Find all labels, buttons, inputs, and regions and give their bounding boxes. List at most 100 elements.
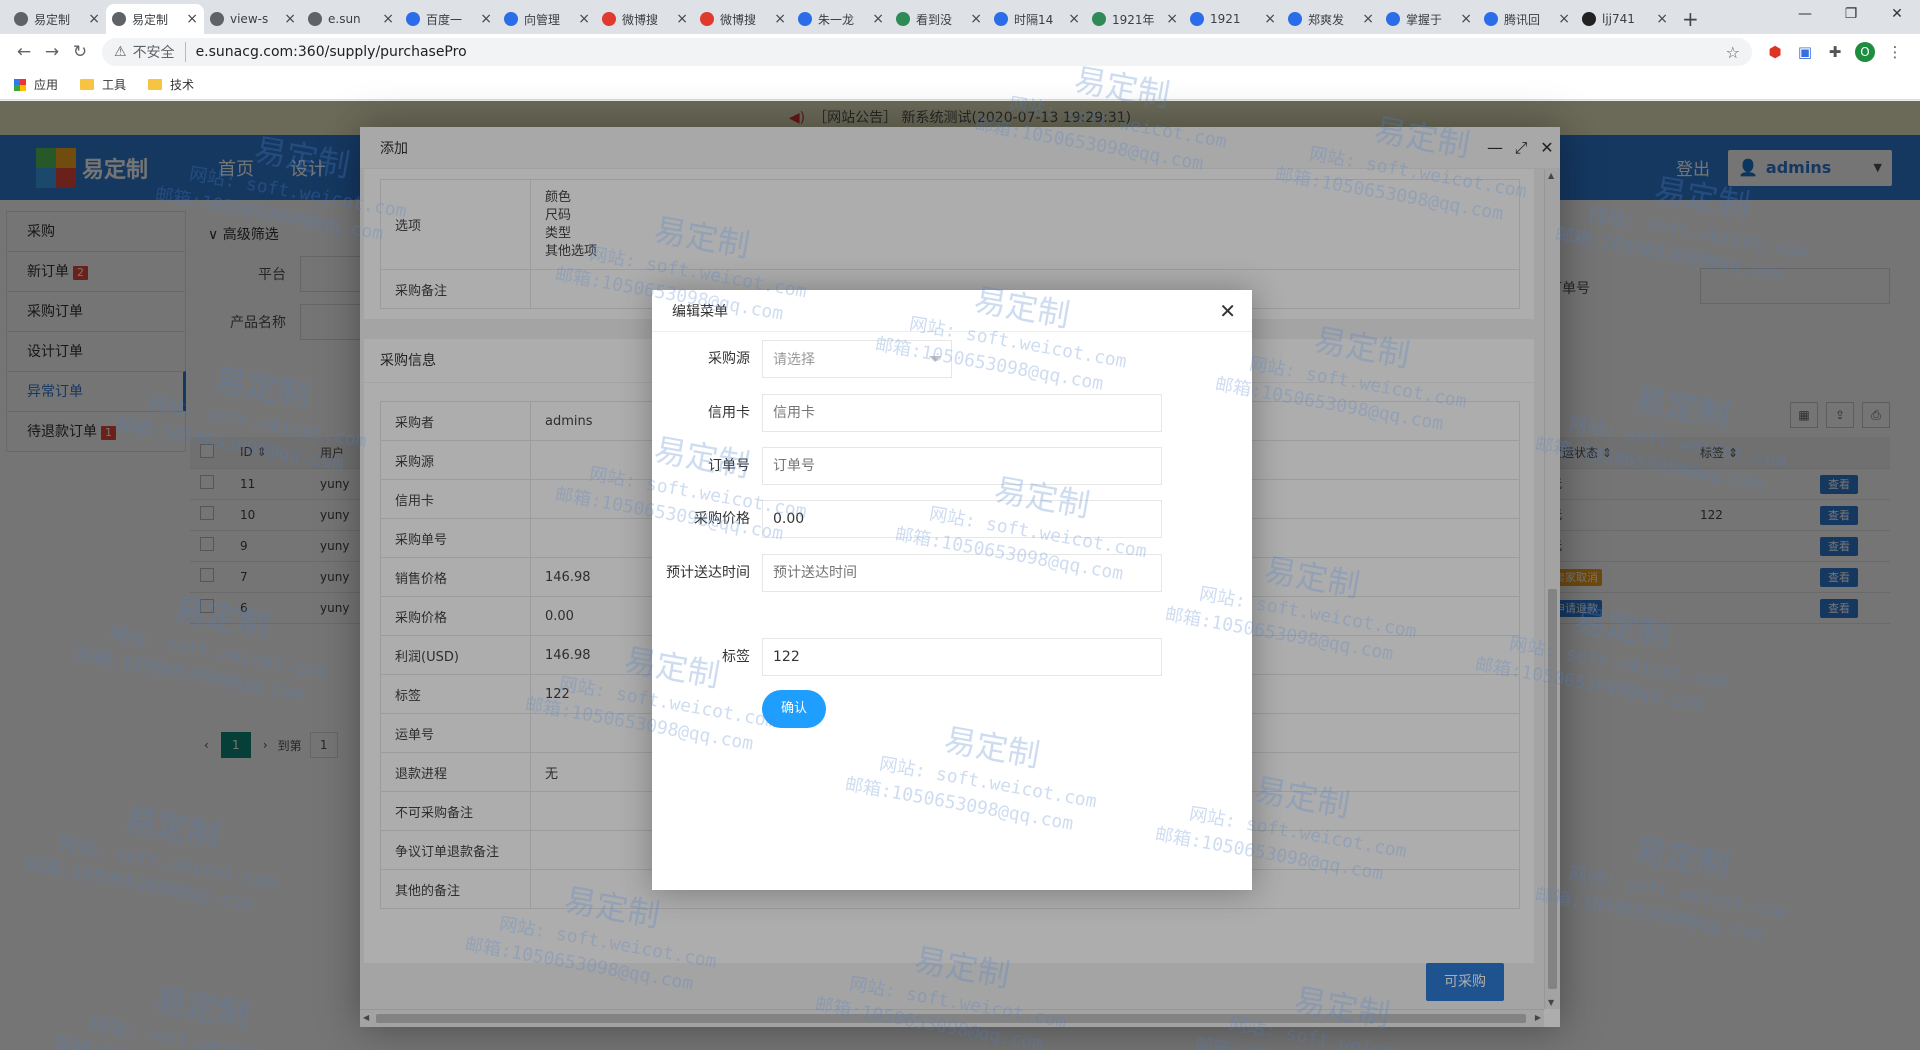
- tab-close-icon[interactable]: ×: [186, 11, 198, 27]
- price-field: 采购价格: [652, 500, 1252, 538]
- tag-input[interactable]: [762, 638, 1162, 676]
- tab-close-icon[interactable]: ×: [1264, 11, 1276, 27]
- baidu-icon: [1484, 12, 1498, 26]
- tab-close-icon[interactable]: ×: [676, 11, 688, 27]
- eta-input[interactable]: [762, 554, 1162, 592]
- tab-title: 微博搜: [622, 12, 659, 27]
- browser-tab[interactable]: 1921年 ×: [1086, 4, 1184, 34]
- bookmark-tools[interactable]: 工具: [80, 76, 126, 93]
- forward-icon[interactable]: →: [38, 42, 66, 62]
- baidu-icon: [406, 12, 420, 26]
- bookmark-tech[interactable]: 技术: [148, 76, 194, 93]
- chevron-down-icon: [929, 356, 941, 362]
- browser-tab[interactable]: view-s ×: [204, 4, 302, 34]
- bookmark-star-icon[interactable]: ☆: [1726, 43, 1740, 62]
- price-label: 采购价格: [694, 511, 750, 527]
- tab-close-icon[interactable]: ×: [284, 11, 296, 27]
- tag-label: 标签: [722, 649, 750, 665]
- tab-title: 看到没: [916, 12, 953, 27]
- baidu-icon: [994, 12, 1008, 26]
- baidu-icon: [798, 12, 812, 26]
- bookmark-label: 技术: [170, 78, 195, 92]
- weibo-icon: [700, 12, 714, 26]
- url-text[interactable]: e.sunacg.com:360/supply/purchasePro: [196, 44, 1726, 60]
- card-input[interactable]: [762, 394, 1162, 432]
- url-field[interactable]: ⚠ 不安全 e.sunacg.com:360/supply/purchasePr…: [102, 38, 1752, 66]
- browser-tab[interactable]: e.sun ×: [302, 4, 400, 34]
- browser-tabstrip: 易定制 × 易定制 × view-s × e.sun × 百度一 × 向管理 × 微博搜 × 微博搜 × 朱一龙…: [0, 0, 1920, 34]
- browser-tab[interactable]: ljj741 ×: [1576, 4, 1674, 34]
- browser-tab[interactable]: 向管理 ×: [498, 4, 596, 34]
- browser-tab[interactable]: 时隔14 ×: [988, 4, 1086, 34]
- tab-close-icon[interactable]: ×: [1068, 11, 1080, 27]
- browser-tab[interactable]: 微博搜 ×: [596, 4, 694, 34]
- tab-close-icon[interactable]: ×: [578, 11, 590, 27]
- tag-field: 标签: [652, 638, 1252, 676]
- reload-icon[interactable]: ↻: [66, 42, 94, 62]
- close-window-button[interactable]: ✕: [1874, 0, 1920, 30]
- tab-title: 腾讯回: [1504, 12, 1541, 27]
- baidu-icon: [1288, 12, 1302, 26]
- tab-title: 百度一: [426, 12, 463, 27]
- tab-title: e.sun: [328, 12, 361, 26]
- tab-close-icon[interactable]: ×: [970, 11, 982, 27]
- tab-close-icon[interactable]: ×: [382, 11, 394, 27]
- price-input[interactable]: [762, 500, 1162, 538]
- translate-extension-icon[interactable]: ▣: [1790, 43, 1820, 61]
- tab-title: 易定制: [132, 12, 169, 27]
- tab-close-icon[interactable]: ×: [480, 11, 492, 27]
- browser-tab[interactable]: 易定制 ×: [8, 4, 106, 34]
- source-select[interactable]: 请选择: [762, 340, 952, 378]
- window-controls: — ❐ ✕: [1782, 0, 1920, 30]
- adblock-extension-icon[interactable]: ⬢: [1760, 43, 1790, 61]
- tab-close-icon[interactable]: ×: [1558, 11, 1570, 27]
- source-label: 采购源: [708, 351, 750, 367]
- menu-kebab-icon[interactable]: ⋮: [1880, 43, 1910, 61]
- weibo-icon: [602, 12, 616, 26]
- apps-icon: [14, 78, 26, 91]
- dialog-title: 编辑菜单: [672, 303, 728, 320]
- tab-close-icon[interactable]: ×: [1656, 11, 1668, 27]
- order-no-field: 订单号: [652, 447, 1252, 485]
- confirm-button[interactable]: 确认: [762, 690, 826, 728]
- back-icon[interactable]: ←: [10, 42, 38, 62]
- close-icon[interactable]: ✕: [1219, 299, 1236, 323]
- profile-avatar[interactable]: O: [1850, 42, 1880, 62]
- browser-tab[interactable]: 易定制 ×: [106, 4, 204, 34]
- card-label: 信用卡: [708, 405, 750, 421]
- tab-title: 1921年: [1112, 12, 1155, 27]
- doc-icon: [896, 12, 910, 26]
- tab-close-icon[interactable]: ×: [88, 11, 100, 27]
- order-no-input[interactable]: [762, 447, 1162, 485]
- edit-menu-dialog: 编辑菜单 ✕ 采购源 请选择 信用卡 订单号 采购价格 预计送达时间 标签 确认: [652, 290, 1252, 890]
- browser-tab[interactable]: 朱一龙 ×: [792, 4, 890, 34]
- tab-close-icon[interactable]: ×: [1362, 11, 1374, 27]
- address-bar-row: ← → ↻ ⚠ 不安全 e.sunacg.com:360/supply/purc…: [0, 34, 1920, 70]
- new-tab-button[interactable]: +: [1682, 4, 1699, 34]
- globe-icon: [308, 12, 322, 26]
- browser-tab[interactable]: 腾讯回 ×: [1478, 4, 1576, 34]
- tab-title: 朱一龙: [818, 12, 855, 27]
- eta-field: 预计送达时间: [652, 554, 1252, 592]
- extensions-puzzle-icon[interactable]: ✚: [1820, 43, 1850, 61]
- bookmark-label: 应用: [34, 78, 59, 92]
- browser-tab[interactable]: 掌握于 ×: [1380, 4, 1478, 34]
- minimize-button[interactable]: —: [1782, 0, 1828, 30]
- baidu-icon: [1190, 12, 1204, 26]
- browser-tab[interactable]: 郑爽发 ×: [1282, 4, 1380, 34]
- bookmark-label: 工具: [102, 78, 127, 92]
- bookmark-apps[interactable]: 应用: [14, 76, 58, 93]
- browser-tab[interactable]: 微博搜 ×: [694, 4, 792, 34]
- tab-close-icon[interactable]: ×: [774, 11, 786, 27]
- browser-tab[interactable]: 看到没 ×: [890, 4, 988, 34]
- tab-close-icon[interactable]: ×: [872, 11, 884, 27]
- maximize-button[interactable]: ❐: [1828, 0, 1874, 30]
- browser-tab[interactable]: 1921 ×: [1184, 4, 1282, 34]
- globe-icon: [210, 12, 224, 26]
- doc-icon: [1092, 12, 1106, 26]
- insecure-label: 不安全: [133, 42, 186, 62]
- tab-close-icon[interactable]: ×: [1460, 11, 1472, 27]
- browser-tab[interactable]: 百度一 ×: [400, 4, 498, 34]
- baidu-icon: [504, 12, 518, 26]
- tab-close-icon[interactable]: ×: [1166, 11, 1178, 27]
